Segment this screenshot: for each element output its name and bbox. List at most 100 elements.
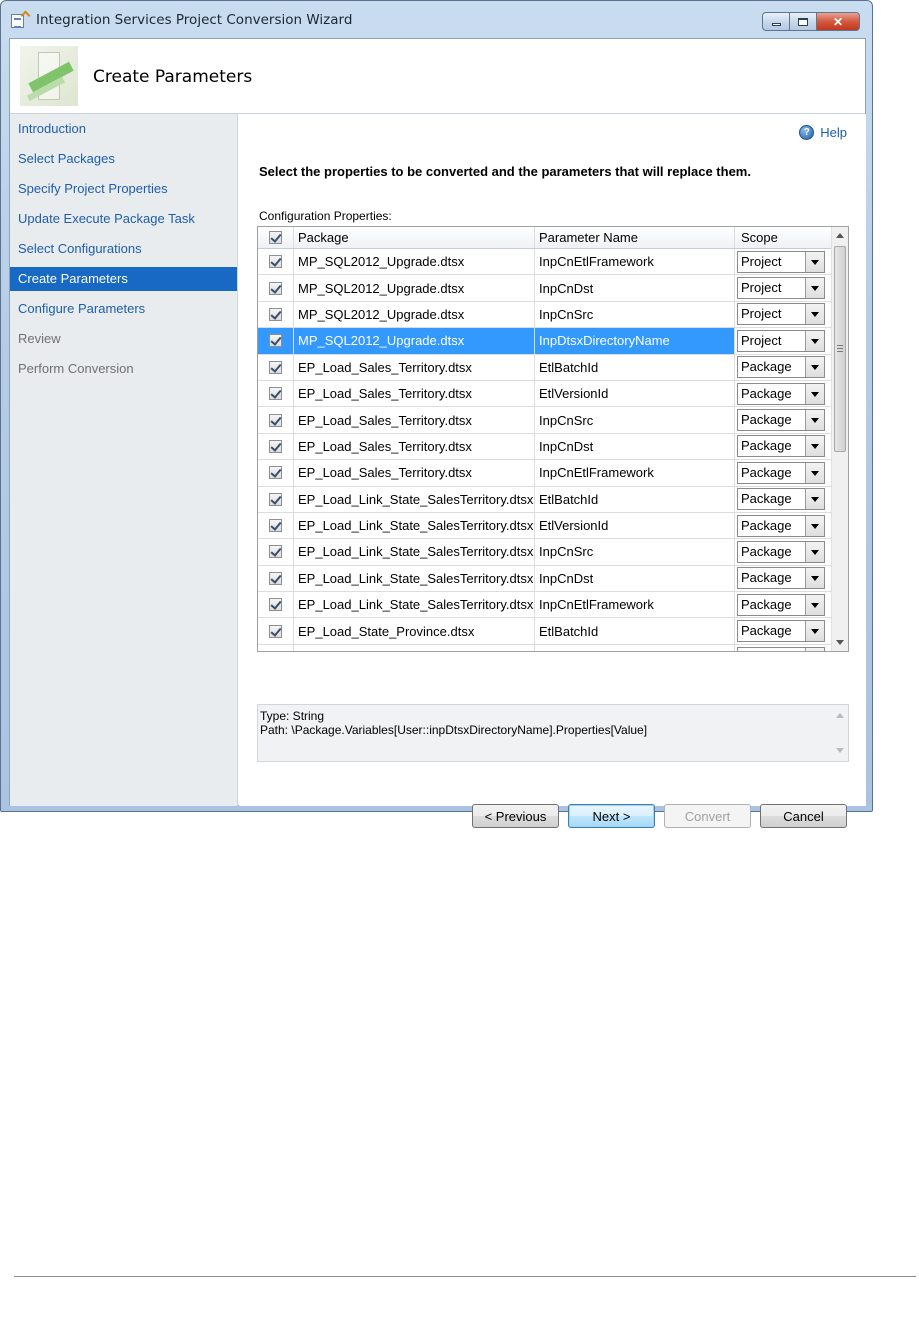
scope-dropdown[interactable]: Package — [737, 435, 825, 458]
table-row[interactable]: EP_Load_Sales_Territory.dtsx EtlVersionId… — [258, 380, 832, 408]
parameter-name-cell[interactable]: EtlVersionId — [535, 512, 735, 539]
scope-dropdown[interactable]: Package — [737, 514, 825, 537]
scope-dropdown[interactable]: Project — [737, 329, 825, 352]
scroll-up-arrow-icon[interactable] — [832, 227, 848, 244]
table-row[interactable]: EP_Load_Sales_Territory.dtsx InpCnDst Pack… — [258, 433, 832, 461]
chevron-down-icon[interactable] — [805, 594, 824, 615]
nav-item-configure-parameters[interactable]: Configure Parameters — [10, 294, 237, 324]
row-checkbox[interactable] — [269, 519, 282, 533]
parameter-name-cell[interactable]: InpCnEtlFramework — [535, 592, 735, 618]
table-row[interactable]: EP_Load_Link_State_SalesTerritory.dtsx Et… — [258, 512, 832, 540]
scroll-down-arrow-icon[interactable] — [832, 634, 848, 651]
table-row[interactable]: MP_SQL2012_Upgrade.dtsx InpCnEtlFramework… — [258, 249, 832, 276]
nav-item-create-parameters[interactable]: Create Parameters — [10, 267, 237, 291]
table-row[interactable]: EP_Load_Sales_Territory.dtsx EtlBatchId Pa… — [258, 354, 832, 381]
grid-vertical-scrollbar[interactable] — [831, 227, 848, 651]
table-row[interactable]: EP_Load_Link_State_SalesTerritory.dtsx In… — [258, 592, 832, 619]
description-scrollbar[interactable] — [831, 705, 848, 761]
row-checkbox[interactable] — [269, 651, 282, 652]
column-header-parameter-name[interactable]: Parameter Name — [535, 227, 735, 248]
next-button[interactable]: Next > — [568, 804, 655, 828]
scope-dropdown[interactable]: Project — [737, 277, 825, 300]
parameter-name-cell[interactable]: EtlBatchId — [535, 486, 735, 512]
table-row[interactable]: MP_SQL2012_Upgrade.dtsx InpDtsxDirectoryN… — [258, 328, 832, 355]
table-row[interactable]: EP_Load_State_Province.dtsxEtlVersionIdP… — [258, 644, 832, 652]
chevron-down-icon[interactable] — [805, 330, 824, 351]
chevron-down-icon[interactable] — [805, 278, 824, 299]
maximize-button[interactable] — [789, 12, 816, 31]
parameter-name-cell[interactable]: InpCnEtlFramework — [535, 249, 735, 275]
chevron-down-icon[interactable] — [805, 568, 824, 589]
chevron-down-icon[interactable] — [805, 462, 824, 483]
row-checkbox[interactable] — [269, 281, 282, 295]
scope-dropdown[interactable]: Package — [737, 382, 825, 405]
minimize-button[interactable] — [762, 12, 789, 31]
scope-dropdown[interactable]: Package — [737, 620, 825, 643]
row-checkbox[interactable] — [269, 307, 282, 321]
row-checkbox[interactable] — [269, 255, 282, 269]
scope-dropdown[interactable]: Package — [737, 593, 825, 616]
parameter-name-cell[interactable]: InpDtsxDirectoryName — [535, 328, 735, 354]
convert-button[interactable]: Convert — [664, 804, 751, 828]
row-checkbox[interactable] — [269, 413, 282, 427]
row-checkbox[interactable] — [269, 466, 282, 480]
parameter-name-cell[interactable]: InpCnEtlFramework — [535, 460, 735, 486]
chevron-down-icon[interactable] — [805, 304, 824, 325]
table-row[interactable]: MP_SQL2012_Upgrade.dtsx InpCnSrc Project — [258, 301, 832, 329]
previous-button[interactable]: < Previous — [472, 804, 559, 828]
chevron-down-icon[interactable] — [805, 251, 824, 272]
table-row[interactable]: EP_Load_Sales_Territory.dtsx InpCnSrc Pack… — [258, 407, 832, 434]
chevron-down-icon[interactable] — [805, 541, 824, 562]
table-row[interactable]: EP_Load_Link_State_SalesTerritory.dtsx In… — [258, 565, 832, 593]
table-row[interactable]: EP_Load_State_Province.dtsx EtlBatchId Pac… — [258, 618, 832, 645]
chevron-down-icon[interactable] — [805, 647, 824, 651]
row-checkbox[interactable] — [269, 545, 282, 559]
chevron-down-icon[interactable] — [805, 410, 824, 431]
scope-dropdown[interactable]: Package — [737, 540, 825, 563]
nav-item-select-packages[interactable]: Select Packages — [10, 144, 237, 174]
select-all-checkbox[interactable] — [269, 231, 282, 244]
scope-dropdown[interactable]: Package — [737, 567, 825, 590]
scope-dropdown[interactable]: Project — [737, 303, 825, 326]
help-link[interactable]: ? Help — [799, 125, 847, 140]
parameter-name-cell[interactable]: InpCnDst — [535, 275, 735, 301]
scope-dropdown[interactable]: Package — [737, 646, 825, 651]
scroll-thumb[interactable] — [834, 246, 846, 452]
parameter-name-cell[interactable]: EtlVersionId — [535, 644, 735, 651]
row-checkbox[interactable] — [269, 334, 282, 348]
chevron-down-icon[interactable] — [805, 515, 824, 536]
scope-dropdown[interactable]: Project — [737, 250, 825, 273]
table-row[interactable]: EP_Load_Link_State_SalesTerritory.dtsx In… — [258, 539, 832, 566]
scope-dropdown[interactable]: Package — [737, 409, 825, 432]
row-checkbox[interactable] — [269, 598, 282, 612]
parameter-name-cell[interactable]: InpCnSrc — [535, 539, 735, 565]
parameter-name-cell[interactable]: EtlBatchId — [535, 354, 735, 380]
parameter-name-cell[interactable]: InpCnDst — [535, 433, 735, 460]
scope-dropdown[interactable]: Package — [737, 461, 825, 484]
nav-item-specify-project-properties[interactable]: Specify Project Properties — [10, 174, 237, 204]
row-checkbox[interactable] — [269, 360, 282, 374]
title-bar[interactable]: Integration Services Project Conversion … — [1, 1, 872, 39]
table-row[interactable]: EP_Load_Link_State_SalesTerritory.dtsx Et… — [258, 486, 832, 513]
cancel-button[interactable]: Cancel — [760, 804, 847, 828]
table-row[interactable]: EP_Load_Sales_Territory.dtsx InpCnEtlFram… — [258, 460, 832, 487]
column-header-scope[interactable]: Scope — [735, 227, 832, 248]
chevron-down-icon[interactable] — [805, 489, 824, 510]
chevron-down-icon[interactable] — [805, 357, 824, 378]
chevron-down-icon[interactable] — [805, 383, 824, 404]
chevron-down-icon[interactable] — [805, 436, 824, 457]
parameter-name-cell[interactable]: EtlBatchId — [535, 618, 735, 644]
row-checkbox[interactable] — [269, 571, 282, 585]
chevron-down-icon[interactable] — [805, 621, 824, 642]
parameter-name-cell[interactable]: InpCnSrc — [535, 301, 735, 328]
scope-dropdown[interactable]: Package — [737, 488, 825, 511]
scope-dropdown[interactable]: Package — [737, 356, 825, 379]
table-row[interactable]: MP_SQL2012_Upgrade.dtsx InpCnDst Project — [258, 275, 832, 302]
nav-item-select-configurations[interactable]: Select Configurations — [10, 234, 237, 264]
parameter-name-cell[interactable]: EtlVersionId — [535, 380, 735, 407]
row-checkbox[interactable] — [269, 387, 282, 401]
close-button[interactable]: ✕ — [816, 12, 860, 31]
row-checkbox[interactable] — [269, 492, 282, 506]
row-checkbox[interactable] — [269, 624, 282, 638]
parameter-name-cell[interactable]: InpCnDst — [535, 565, 735, 592]
